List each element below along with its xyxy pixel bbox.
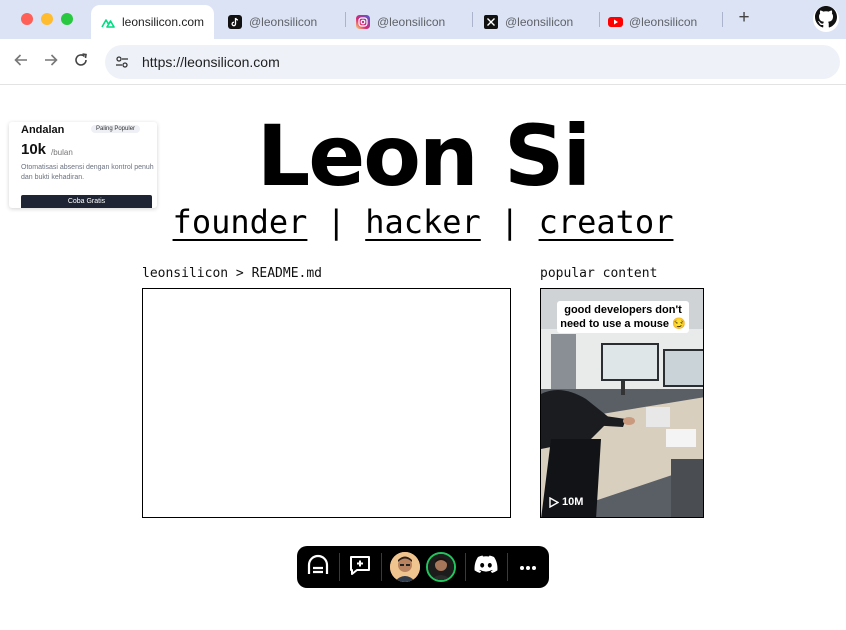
tab-leonsilicon[interactable]: leonsilicon.com <box>91 5 214 39</box>
creator-link[interactable]: creator <box>539 203 674 241</box>
popular-video-thumbnail[interactable]: good developers don't need to use a mous… <box>540 288 704 518</box>
more-button[interactable] <box>515 554 541 580</box>
tab-divider <box>472 12 473 27</box>
new-message-button[interactable] <box>347 554 373 580</box>
link-separator: | <box>500 203 520 241</box>
page-title: Leon Si <box>256 107 592 205</box>
tab-x[interactable]: @leonsilicon <box>484 5 594 39</box>
discord-button[interactable] <box>473 554 499 580</box>
tab-divider <box>345 12 346 27</box>
app-logo-icon <box>306 553 330 582</box>
avatar[interactable] <box>390 552 420 582</box>
video-caption: good developers don't need to use a mous… <box>557 301 689 333</box>
tab-label: @leonsilicon <box>505 15 574 29</box>
hacker-link[interactable]: hacker <box>365 203 481 241</box>
founder-link[interactable]: founder <box>173 203 308 241</box>
arrow-left-icon <box>13 52 29 73</box>
tiktok-icon <box>228 15 242 29</box>
tab-tiktok[interactable]: @leonsilicon <box>228 5 338 39</box>
tab-youtube[interactable]: @leonsilicon <box>608 5 718 39</box>
minimize-window-button[interactable] <box>41 13 53 25</box>
readme-label: leonsilicon > README.md <box>142 266 323 281</box>
play-icon <box>549 496 559 508</box>
discord-icon <box>474 555 498 580</box>
new-tab-button[interactable]: + <box>734 8 754 28</box>
instagram-icon <box>356 15 370 29</box>
home-button[interactable] <box>305 554 331 580</box>
tab-label: @leonsilicon <box>377 15 446 29</box>
back-button[interactable] <box>10 51 32 73</box>
close-window-button[interactable] <box>21 13 33 25</box>
chat-plus-icon <box>348 553 372 582</box>
site-settings-icon[interactable] <box>113 53 131 71</box>
address-bar[interactable]: https://leonsilicon.com <box>105 45 840 79</box>
x-icon <box>484 15 498 29</box>
tab-label: @leonsilicon <box>249 15 318 29</box>
tab-bar: leonsilicon.com @leonsilicon @leonsilico… <box>0 0 846 39</box>
youtube-icon <box>608 15 623 29</box>
role-links: founder | hacker | creator <box>0 203 846 241</box>
tab-instagram[interactable]: @leonsilicon <box>356 5 466 39</box>
tab-label: @leonsilicon <box>629 15 698 29</box>
tab-divider <box>722 12 723 27</box>
readme-panel[interactable] <box>142 288 511 518</box>
dock-divider <box>381 553 382 581</box>
github-button[interactable] <box>813 5 839 33</box>
popular-content-label: popular content <box>540 266 658 281</box>
more-icon <box>519 558 537 576</box>
bottom-dock <box>297 546 549 588</box>
nuxt-icon <box>101 15 115 29</box>
maximize-window-button[interactable] <box>61 13 73 25</box>
url-text[interactable]: https://leonsilicon.com <box>142 54 280 70</box>
tab-label: leonsilicon.com <box>122 15 205 29</box>
reload-icon <box>73 52 89 73</box>
forward-button[interactable] <box>40 51 62 73</box>
reload-button[interactable] <box>70 51 92 73</box>
dock-divider <box>507 553 508 581</box>
browser-toolbar: https://leonsilicon.com <box>0 39 846 85</box>
dock-divider <box>465 553 466 581</box>
arrow-right-icon <box>43 52 59 73</box>
view-count-text: 10M <box>562 496 584 508</box>
avatar[interactable] <box>426 552 456 582</box>
view-count: 10M <box>549 496 583 508</box>
github-icon <box>815 5 837 33</box>
link-separator: | <box>326 203 346 241</box>
tab-divider <box>599 12 600 27</box>
dock-divider <box>339 553 340 581</box>
